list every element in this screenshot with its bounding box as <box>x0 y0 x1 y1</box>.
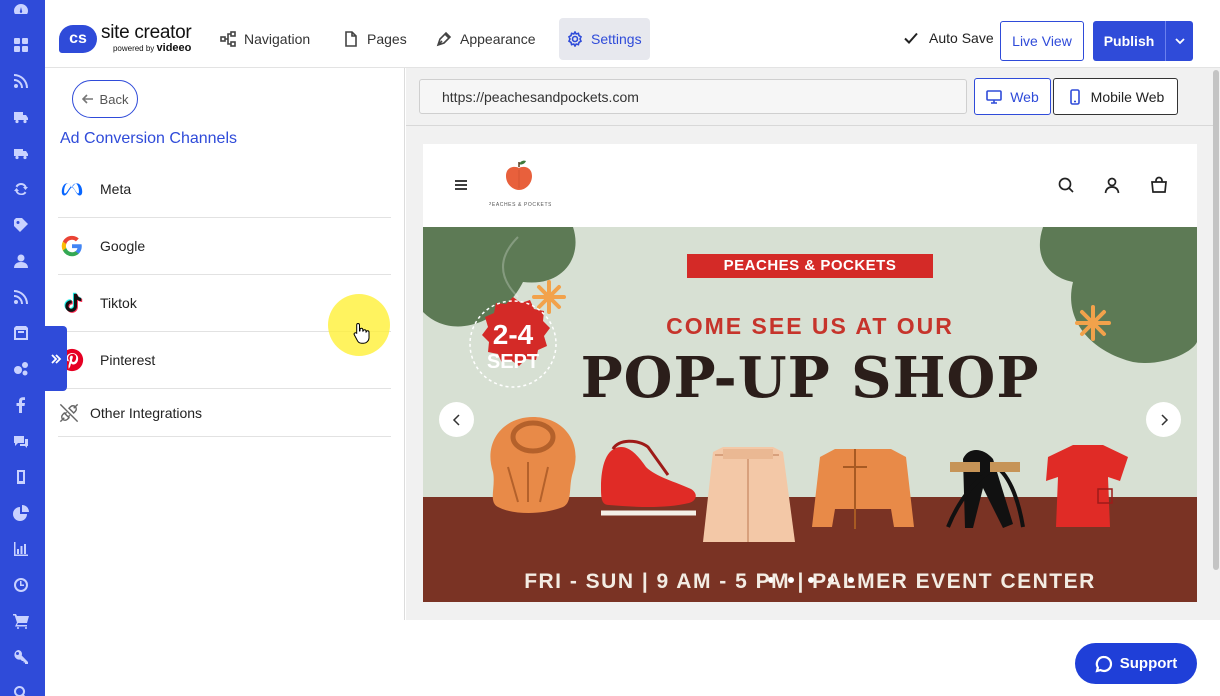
feed-icon[interactable] <box>12 72 30 90</box>
channel-label: Pinterest <box>100 352 156 368</box>
sync-icon[interactable] <box>12 180 30 198</box>
panel-title: Ad Conversion Channels <box>60 130 237 147</box>
dashboard-icon[interactable] <box>12 1 30 19</box>
channel-item-other-integrations[interactable]: Other Integrations <box>58 389 391 437</box>
hero-brand-banner: PEACHES & POCKETS <box>723 257 897 274</box>
preview-toolbar-divider <box>406 125 1214 126</box>
publish-options-button[interactable] <box>1165 21 1193 61</box>
collapse-panel-tab[interactable] <box>44 326 67 391</box>
nav-tab-label: Appearance <box>460 31 536 47</box>
publish-button[interactable]: Publish <box>1093 21 1165 61</box>
support-button[interactable]: Support <box>1075 643 1197 684</box>
left-icon-rail <box>0 0 45 696</box>
carousel-prev-button[interactable] <box>439 402 474 437</box>
meta-icon <box>58 175 86 203</box>
nav-tab-label: Settings <box>591 31 642 47</box>
channel-label: Google <box>100 238 146 254</box>
mobile-icon[interactable] <box>12 468 30 486</box>
site-creator-logo[interactable]: cs site creator powered by videeo <box>59 22 192 54</box>
search-icon[interactable] <box>12 684 30 696</box>
plug-icon <box>58 399 80 427</box>
web-view-button[interactable]: Web <box>974 78 1051 115</box>
monitor-icon <box>986 89 1003 104</box>
facebook-icon[interactable] <box>12 396 30 414</box>
nav-tab-label: Pages <box>367 31 407 47</box>
hero-date-month: SEPT <box>486 351 540 373</box>
hero-banner: PEACHES & POCKETS 2-4 SEPT COME SEE US A… <box>423 227 1197 602</box>
chat-bubble-icon <box>1095 655 1112 673</box>
box-icon[interactable] <box>12 324 30 342</box>
sitemap-icon <box>220 31 236 47</box>
chevron-left-icon <box>452 413 460 426</box>
bar-chart-icon[interactable] <box>12 540 30 558</box>
tag-icon[interactable] <box>12 216 30 234</box>
chat-icon[interactable] <box>12 432 30 450</box>
google-icon <box>58 232 86 260</box>
mobile-web-view-button[interactable]: Mobile Web <box>1053 78 1178 115</box>
logo-powered-by: powered by videeo <box>112 42 192 54</box>
autosave-label: Auto Save <box>929 30 994 46</box>
back-button[interactable]: Back <box>72 80 138 118</box>
pen-icon <box>436 31 452 47</box>
nav-tab-pages[interactable]: Pages <box>335 18 415 60</box>
delivery-icon[interactable] <box>12 144 30 162</box>
hero-artwork <box>423 227 1197 602</box>
clock-icon[interactable] <box>12 576 30 594</box>
channel-item-meta[interactable]: Meta <box>58 161 391 218</box>
pie-chart-icon[interactable] <box>12 504 30 522</box>
search-icon[interactable] <box>1057 176 1075 194</box>
channel-item-google[interactable]: Google <box>58 218 391 275</box>
live-view-button[interactable]: Live View <box>1000 21 1084 61</box>
hero-date-number: 2-4 <box>492 319 534 350</box>
hand-cursor-icon <box>353 322 370 344</box>
preview-scrollbar[interactable] <box>1213 70 1219 570</box>
channel-label: Tiktok <box>100 295 137 311</box>
preview-url-field[interactable]: https://peachesandpockets.com <box>419 79 967 114</box>
mobile-web-view-label: Mobile Web <box>1090 88 1165 105</box>
key-icon[interactable] <box>12 648 30 666</box>
gear-icon <box>567 31 583 47</box>
web-view-label: Web <box>1010 88 1039 105</box>
truck-icon[interactable] <box>12 108 30 126</box>
peaches-and-pockets-logo[interactable]: PEACHES & POCKETS <box>489 158 551 214</box>
hero-headline: POP-UP SHOP <box>580 345 1040 411</box>
cogs-icon[interactable] <box>12 360 30 378</box>
logo-badge: cs <box>59 24 97 53</box>
arrow-left-icon <box>81 94 93 104</box>
chevron-right-icon <box>1160 413 1168 426</box>
storefront-header: PEACHES & POCKETS <box>423 144 1197 227</box>
nav-tab-settings[interactable]: Settings <box>559 18 650 60</box>
channel-label: Meta <box>100 181 132 197</box>
account-icon[interactable] <box>1103 176 1121 194</box>
nav-tab-label: Navigation <box>244 31 311 47</box>
page-icon <box>345 31 357 47</box>
check-icon <box>904 32 918 44</box>
user-icon[interactable] <box>12 252 30 270</box>
storefront-preview: PEACHES & POCKETS PEACHES & POCKETS 2-4 … <box>423 144 1197 602</box>
logo-title: site creator <box>101 22 192 43</box>
back-label: Back <box>99 91 129 107</box>
svg-text:PEACHES & POCKETS: PEACHES & POCKETS <box>489 202 551 208</box>
grid-icon[interactable] <box>12 36 30 54</box>
carousel-next-button[interactable] <box>1146 402 1181 437</box>
hamburger-menu-icon[interactable] <box>452 176 470 194</box>
nav-tab-appearance[interactable]: Appearance <box>428 18 544 60</box>
tiktok-icon <box>58 289 86 317</box>
app-window: cs site creator powered by videeo Naviga… <box>0 0 1220 696</box>
nav-tab-navigation[interactable]: Navigation <box>212 18 318 60</box>
channel-label: Other Integrations <box>90 404 203 421</box>
hero-event-details: FRI - SUN | 9 AM - 5 PM | PALMER EVENT C… <box>524 570 1096 593</box>
smartphone-icon <box>1069 88 1080 105</box>
double-chevron-right-icon <box>50 353 61 364</box>
hero-subheadline: COME SEE US AT OUR <box>666 313 954 339</box>
cart-icon[interactable] <box>12 612 30 630</box>
rss-icon[interactable] <box>12 288 30 306</box>
support-label: Support <box>1119 655 1178 672</box>
chevron-down-icon <box>1174 38 1185 45</box>
shopping-bag-icon[interactable] <box>1150 176 1168 194</box>
autosave-toggle[interactable]: Auto Save <box>903 30 994 46</box>
top-toolbar: cs site creator powered by videeo Naviga… <box>45 0 1220 68</box>
